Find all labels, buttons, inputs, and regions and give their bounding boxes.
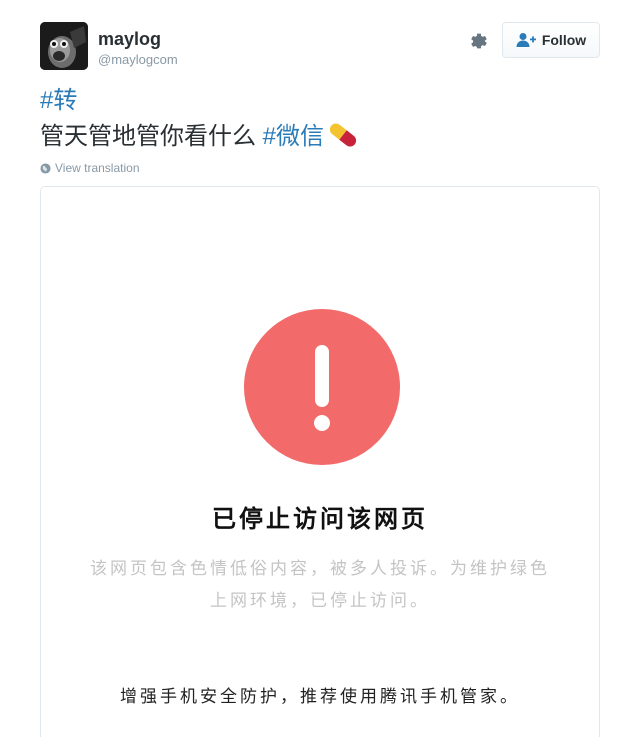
blocked-description-line: 该网页包含色情低俗内容，被多人投诉。为维护绿色 xyxy=(90,559,550,579)
hashtag-link[interactable]: #转 xyxy=(40,87,77,114)
follow-button[interactable]: Follow xyxy=(502,22,600,58)
view-translation-link[interactable]: View translation xyxy=(40,161,140,175)
blocked-title: 已停止访问该网页 xyxy=(212,504,428,533)
blocked-description-line: 上网环境，已停止访问。 xyxy=(210,591,430,611)
globe-icon xyxy=(40,162,51,174)
gear-icon[interactable] xyxy=(468,30,490,52)
avatar[interactable] xyxy=(40,22,88,70)
avatar-image xyxy=(40,22,88,70)
display-name[interactable]: maylog xyxy=(98,29,161,50)
hashtag-link[interactable]: #微信 xyxy=(263,123,324,150)
tweet-line-1: #转 xyxy=(40,86,77,116)
blocked-description: 该网页包含色情低俗内容，被多人投诉。为维护绿色 上网环境，已停止访问。 xyxy=(65,553,575,617)
security-tip: 增强手机安全防护，推荐使用腾讯手机管家。 xyxy=(120,687,520,707)
view-translation-label: View translation xyxy=(55,161,140,175)
tweet-image[interactable]: 已停止访问该网页 该网页包含色情低俗内容，被多人投诉。为维护绿色 上网环境，已停… xyxy=(40,186,600,737)
exclamation-icon xyxy=(244,309,400,465)
screen-name[interactable]: @maylogcom xyxy=(98,52,178,67)
add-user-icon xyxy=(516,33,536,47)
tweet-text: 管天管地管你看什么 xyxy=(40,123,263,150)
tweet-line-2: 管天管地管你看什么 #微信 xyxy=(40,120,360,153)
tweet: maylog @maylogcom Follow #转 管天管地管你看什么 #微… xyxy=(0,0,628,737)
follow-label: Follow xyxy=(541,32,587,48)
pill-icon xyxy=(329,123,357,147)
